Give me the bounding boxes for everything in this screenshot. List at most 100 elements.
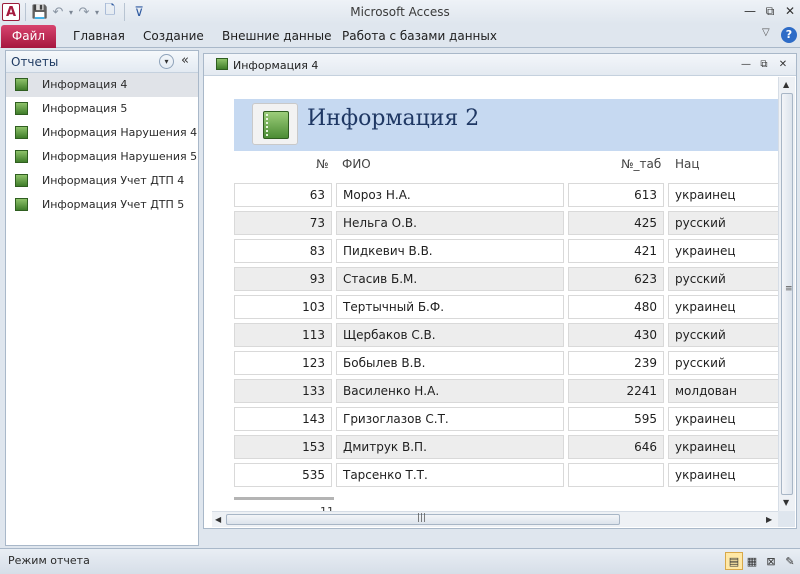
doc-close-icon[interactable]: ✕ (776, 57, 790, 71)
ribbon-tabs: Файл Главная Создание Внешние данные Раб… (0, 24, 800, 48)
scroll-right-icon[interactable]: ▶ (766, 515, 772, 524)
column-header-fio: ФИО (342, 157, 371, 171)
cell-nat: украинец (668, 295, 778, 319)
cell-nat: русский (668, 267, 778, 291)
design-view-icon[interactable]: ✎ (781, 552, 799, 570)
report-icon (15, 126, 28, 139)
cell-nat: молдован (668, 379, 778, 403)
tab-create[interactable]: Создание (143, 29, 204, 43)
nav-item-info-5[interactable]: Информация 5 (6, 97, 198, 121)
nav-item-label: Информация 4 (42, 78, 128, 91)
cell-nat: украинец (668, 183, 778, 207)
report-title: Информация 2 (307, 106, 480, 131)
scroll-left-icon[interactable]: ◀ (215, 515, 221, 524)
cell-num: 153 (234, 435, 332, 459)
status-text: Режим отчета (8, 554, 90, 567)
report-window-titlebar: Информация 4 — ⧉ ✕ (204, 54, 796, 76)
nav-item-violations-4[interactable]: Информация Нарушения 4 (6, 121, 198, 145)
cell-num: 93 (234, 267, 332, 291)
tab-external-data[interactable]: Внешние данные (222, 29, 331, 43)
cell-num: 143 (234, 407, 332, 431)
close-icon[interactable]: ✕ (781, 2, 799, 20)
report-icon (15, 78, 28, 91)
vertical-scroll-thumb[interactable]: ≡ (781, 93, 793, 495)
report-header: Информация 2 (234, 99, 778, 151)
table-row: 93 Стасив Б.М. 623 русский (234, 265, 778, 293)
cell-fio: Бобылев В.В. (336, 351, 564, 375)
cell-fio: Нельга О.В. (336, 211, 564, 235)
scroll-down-icon[interactable]: ▼ (783, 498, 789, 507)
cell-tab: 623 (568, 267, 664, 291)
nav-item-label: Информация Нарушения 5 (42, 150, 198, 163)
cell-num: 133 (234, 379, 332, 403)
summary-divider (234, 497, 334, 500)
print-preview-icon[interactable]: ▦ (743, 552, 761, 570)
cell-tab: 613 (568, 183, 664, 207)
tab-file[interactable]: Файл (1, 25, 56, 48)
nav-item-label: Информация Учет ДТП 4 (42, 174, 185, 187)
cell-fio: Василенко Н.А. (336, 379, 564, 403)
cell-nat: украинец (668, 435, 778, 459)
title-bar: A 💾 ↶ ▾ ↷ ▾ 🗋 ⊽ Microsoft Access — ⧉ ✕ (0, 0, 800, 24)
nav-item-accidents-5[interactable]: Информация Учет ДТП 5 (6, 193, 198, 217)
minimize-icon[interactable]: — (741, 2, 759, 20)
restore-icon[interactable]: ⧉ (761, 2, 779, 20)
nav-item-label: Информация 5 (42, 102, 128, 115)
cell-tab: 421 (568, 239, 664, 263)
report-icon (15, 150, 28, 163)
cell-tab: 480 (568, 295, 664, 319)
cell-tab: 239 (568, 351, 664, 375)
vertical-scrollbar[interactable]: ▲ ≡ ▼ (778, 77, 795, 511)
minimize-ribbon-icon[interactable]: ▽ (762, 27, 770, 38)
cell-fio: Тарсенко Т.Т. (336, 463, 564, 487)
report-window-title: Информация 4 (233, 59, 319, 72)
table-row: 83 Пидкевич В.В. 421 украинец (234, 237, 778, 265)
nav-item-label: Информация Учет ДТП 5 (42, 198, 185, 211)
nav-item-violations-5[interactable]: Информация Нарушения 5 (6, 145, 198, 169)
tab-database-tools[interactable]: Работа с базами данных (342, 29, 497, 43)
cell-fio: Щербаков С.В. (336, 323, 564, 347)
cell-fio: Тертычный Б.Ф. (336, 295, 564, 319)
report-view-icon[interactable]: ▤ (725, 552, 743, 570)
nav-item-accidents-4[interactable]: Информация Учет ДТП 4 (6, 169, 198, 193)
table-row: 73 Нельга О.В. 425 русский (234, 209, 778, 237)
report-icon (15, 102, 28, 115)
cell-nat: украинец (668, 407, 778, 431)
cell-num: 83 (234, 239, 332, 263)
doc-minimize-icon[interactable]: — (739, 57, 753, 71)
cell-fio: Гризоглазов С.Т. (336, 407, 564, 431)
cell-num: 103 (234, 295, 332, 319)
scrollbar-corner (778, 511, 795, 527)
cell-nat: украинец (668, 239, 778, 263)
layout-view-icon[interactable]: ⊠ (762, 552, 780, 570)
cell-tab: 2241 (568, 379, 664, 403)
nav-menu-icon[interactable]: ▾ (159, 54, 174, 69)
grip-icon: ≡ (785, 284, 793, 294)
grip-icon: ||| (417, 513, 427, 523)
horizontal-scroll-thumb[interactable]: ||| (226, 513, 620, 525)
cell-num: 113 (234, 323, 332, 347)
nav-item-info-4[interactable]: Информация 4 (6, 73, 198, 97)
cell-num: 63 (234, 183, 332, 207)
cell-num: 123 (234, 351, 332, 375)
tab-home[interactable]: Главная (73, 29, 125, 43)
cell-fio: Пидкевич В.В. (336, 239, 564, 263)
report-icon (15, 198, 28, 211)
cell-tab (568, 463, 664, 487)
help-icon[interactable]: ? (781, 27, 797, 43)
report-logo-icon (252, 103, 298, 145)
cell-nat: украинец (668, 463, 778, 487)
doc-restore-icon[interactable]: ⧉ (757, 57, 771, 71)
window-title: Microsoft Access (350, 5, 450, 19)
nav-title[interactable]: Отчеты (11, 55, 58, 69)
nav-item-label: Информация Нарушения 4 (42, 126, 198, 139)
report-canvas: Информация 2 № ФИО №_таб Нац 63 Мороз Н.… (212, 77, 778, 511)
scroll-up-icon[interactable]: ▲ (783, 80, 789, 89)
status-bar: Режим отчета ▤ ▦ ⊠ ✎ (0, 548, 800, 574)
report-icon (216, 58, 228, 70)
nav-collapse-icon[interactable]: « (181, 53, 189, 68)
nav-header: Отчеты ▾ « (6, 51, 198, 73)
navigation-pane: Отчеты ▾ « Информация 4 Информация 5 Инф… (5, 50, 199, 546)
cell-tab: 425 (568, 211, 664, 235)
horizontal-scrollbar[interactable]: ◀ ||| ▶ (212, 511, 778, 527)
